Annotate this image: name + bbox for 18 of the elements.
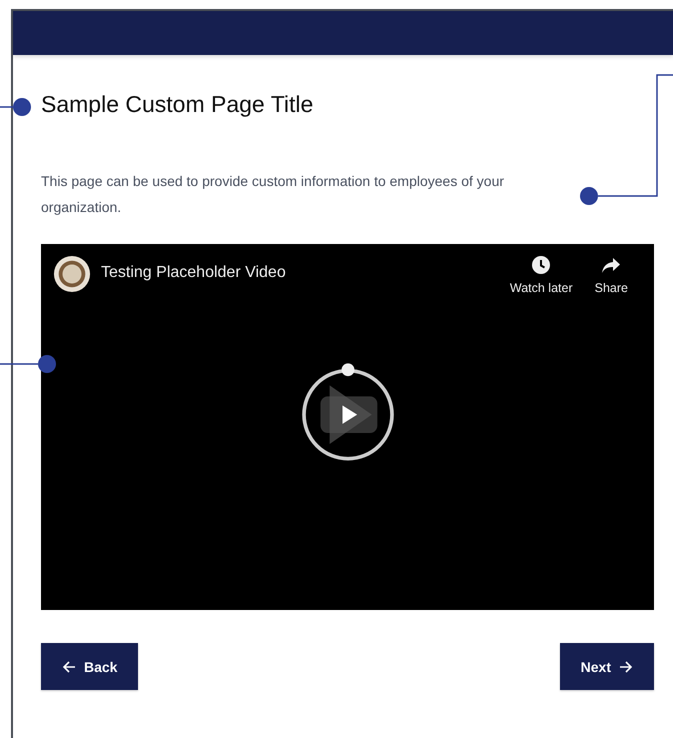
share-button[interactable]: Share [594,255,628,295]
channel-avatar-icon[interactable] [53,255,91,293]
arrow-right-icon [619,660,633,674]
leader-line [0,106,13,108]
watch-later-button[interactable]: Watch later [510,255,573,295]
share-arrow-icon [600,255,622,275]
next-button[interactable]: Next [560,643,654,690]
page-description: This page can be used to provide custom information to employees of your organization. [41,172,506,217]
video-player[interactable]: Testing Placeholder Video Watch later Share [41,244,654,610]
leader-line [0,363,38,365]
arrow-left-icon [62,660,76,674]
video-title[interactable]: Testing Placeholder Video [101,264,286,282]
back-button[interactable]: Back [41,643,138,690]
callout-dot [13,98,31,116]
page-title: Sample Custom Page Title [41,91,314,118]
clock-icon [531,255,552,275]
callout-dot [580,187,598,205]
callout-dot [38,355,56,373]
